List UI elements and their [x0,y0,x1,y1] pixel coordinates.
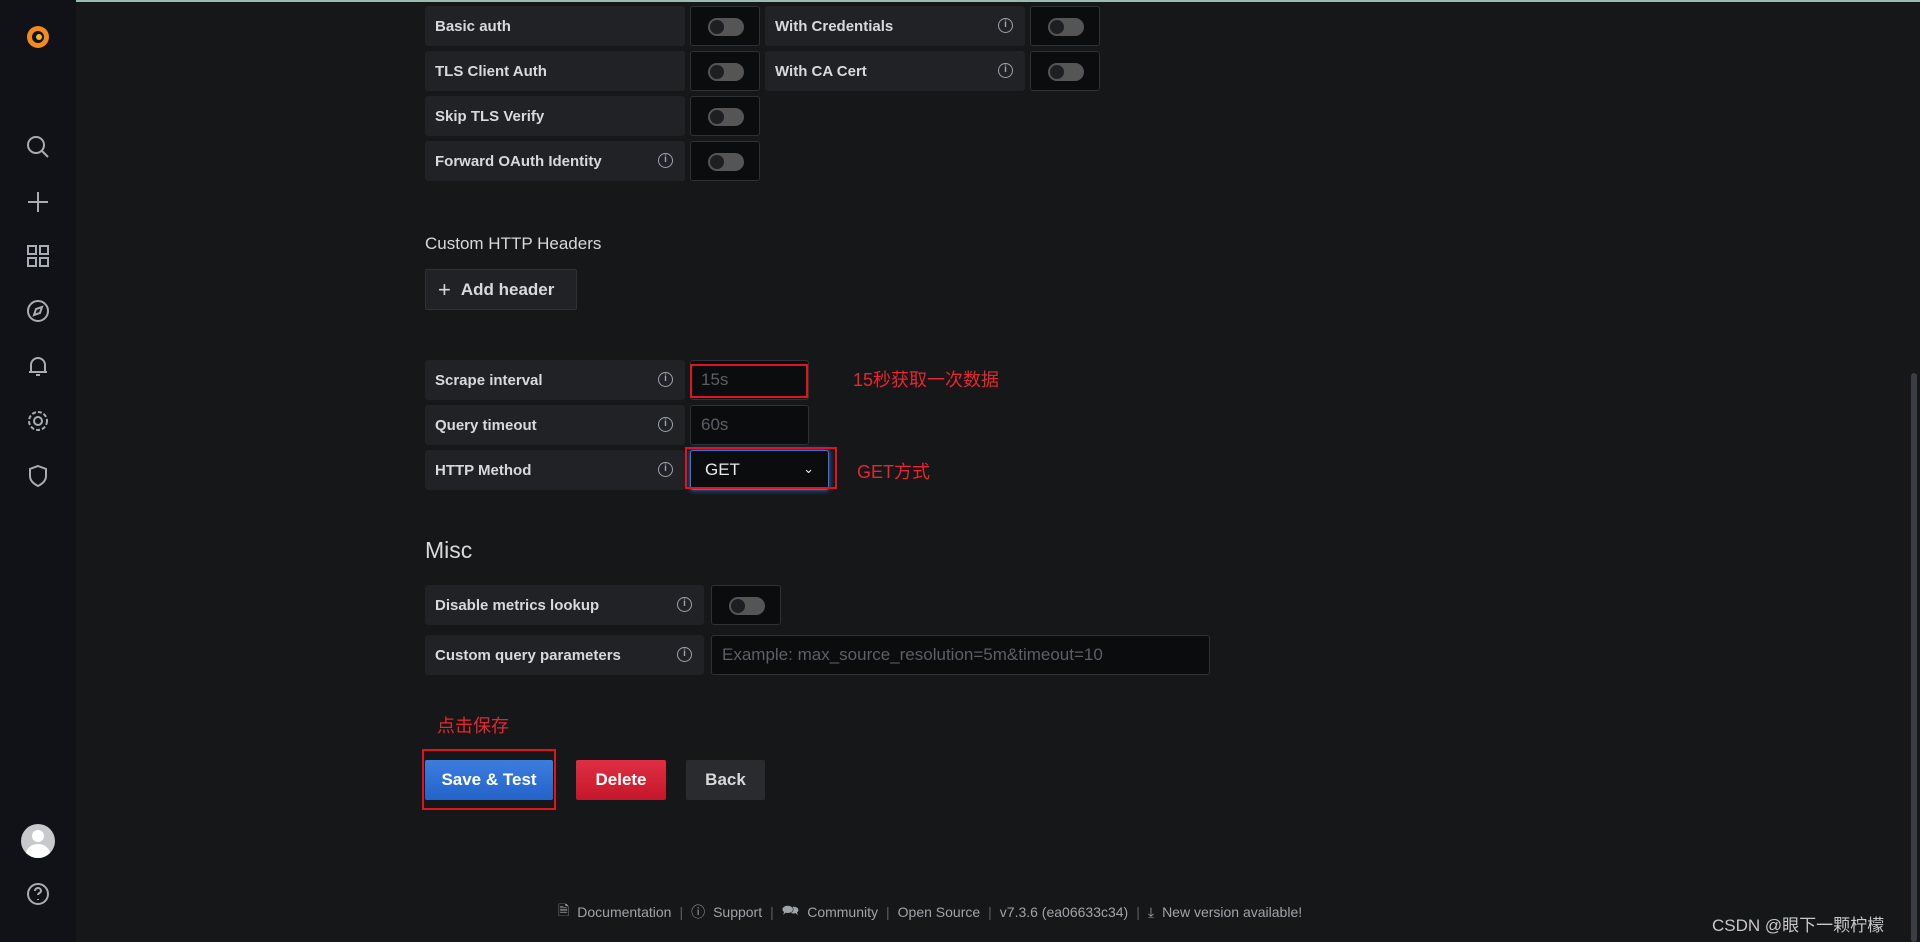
scrollbar[interactable] [1911,373,1917,942]
custom-query-input[interactable]: Example: max_source_resolution=5m&timeou… [711,635,1210,675]
tls-client-auth-label: TLS Client Auth [425,51,685,91]
back-button[interactable]: Back [686,760,765,800]
support-icon: ⓘ [691,904,706,920]
explore-compass-icon[interactable] [24,297,52,325]
label-text: Custom query parameters [435,646,621,664]
label-text: Scrape interval [435,371,543,389]
delete-button[interactable]: Delete [576,760,666,800]
save-test-button[interactable]: Save & Test [425,760,553,800]
document-icon: 🗎 [558,902,570,918]
disable-metrics-toggle[interactable] [711,585,781,625]
button-label: Add header [460,279,555,299]
info-icon[interactable]: i [658,153,673,168]
info-icon[interactable]: i [658,372,673,387]
misc-title: Misc [425,537,473,563]
info-icon[interactable]: i [677,647,692,662]
placeholder: Example: max_source_resolution=5m&timeou… [722,645,1103,664]
with-ca-cert-toggle[interactable] [1030,51,1100,91]
new-version-link[interactable]: New version available! [1162,904,1302,920]
annotation-box-scrape [690,364,808,398]
info-icon[interactable]: i [677,597,692,612]
label-text: Skip TLS Verify [435,107,545,125]
with-ca-cert-label: With CA Cert i [765,51,1025,91]
label-text: HTTP Method [435,461,532,479]
label-text: Disable metrics lookup [435,596,600,614]
annotation-scrape: 15秒获取一次数据 [853,370,1000,390]
open-source-link[interactable]: Open Source [898,904,981,920]
search-icon[interactable] [24,133,52,161]
footer: 🗎 Documentation | ⓘ Support | 🗪 Community | Op… [558,900,1302,924]
placeholder: 60s [701,415,729,434]
with-credentials-label: With Credentials i [765,6,1025,46]
help-icon[interactable] [24,880,52,908]
grafana-logo-icon[interactable] [24,23,52,51]
custom-query-label: Custom query parameters i [425,635,704,675]
community-icon: 🗪 [781,902,800,918]
info-icon[interactable]: i [658,462,673,477]
scrape-interval-label: Scrape interval i [425,360,685,400]
label-text: With CA Cert [775,62,867,80]
info-icon[interactable]: i [998,63,1013,78]
label-text: Query timeout [435,416,537,434]
download-icon: ⤓ [1147,903,1155,920]
community-link[interactable]: Community [807,904,878,920]
add-header-button[interactable]: + Add header [425,269,577,310]
plus-icon: + [438,276,451,302]
info-icon[interactable]: i [658,417,673,432]
with-credentials-toggle[interactable] [1030,6,1100,46]
label-text: With Credentials [775,17,894,35]
annotation-save: 点击保存 [437,716,509,736]
window-top-border [0,0,1920,2]
sidebar [0,0,76,942]
disable-metrics-label: Disable metrics lookup i [425,585,704,625]
forward-oauth-toggle[interactable] [690,141,760,181]
annotation-box-method [685,447,837,489]
watermark: CSDN @眼下一颗柠檬 [1712,916,1885,935]
label-text: Forward OAuth Identity [435,152,602,170]
configuration-gear-icon[interactable] [24,407,52,435]
query-timeout-input[interactable]: 60s [690,405,809,445]
label-text: Basic auth [435,17,511,35]
info-icon[interactable]: i [998,18,1013,33]
basic-auth-label: Basic auth [425,6,685,46]
skip-tls-verify-toggle[interactable] [690,96,760,136]
custom-headers-title: Custom HTTP Headers [425,234,602,253]
forward-oauth-label: Forward OAuth Identity i [425,141,685,181]
server-admin-shield-icon[interactable] [24,462,52,490]
support-link[interactable]: Support [713,904,762,920]
tls-client-auth-toggle[interactable] [690,51,760,91]
skip-tls-verify-label: Skip TLS Verify [425,96,685,136]
documentation-link[interactable]: Documentation [577,904,671,920]
dashboards-icon[interactable] [24,242,52,270]
plus-icon[interactable] [24,188,52,216]
annotation-method: GET方式 [857,462,931,482]
label-text: TLS Client Auth [435,62,547,80]
version-text: v7.3.6 (ea06633c34) [999,904,1129,920]
query-timeout-label: Query timeout i [425,405,685,445]
user-avatar[interactable] [21,824,55,858]
alerting-bell-icon[interactable] [24,352,52,380]
basic-auth-toggle[interactable] [690,6,760,46]
http-method-label: HTTP Method i [425,450,685,490]
